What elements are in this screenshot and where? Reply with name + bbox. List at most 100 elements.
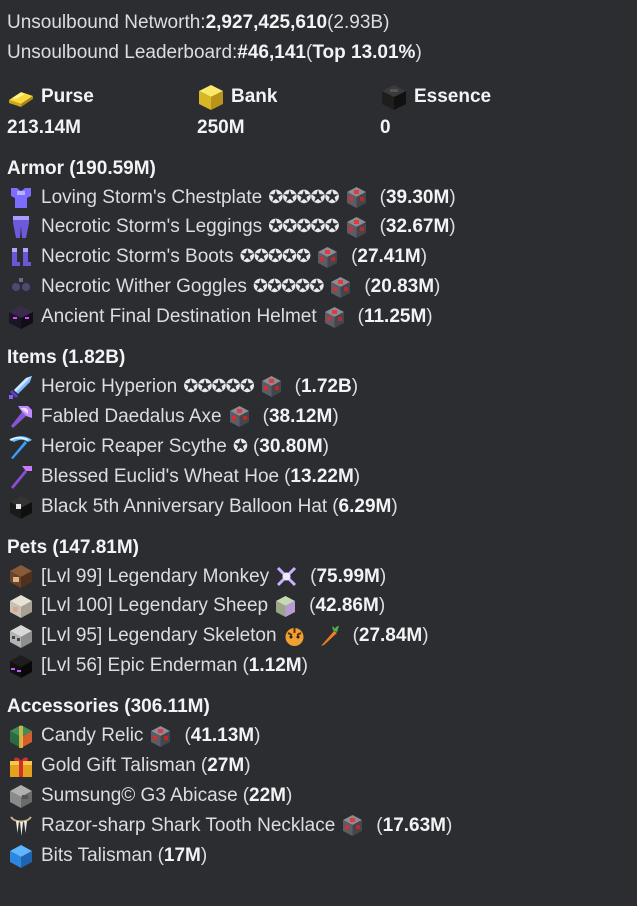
bits-icon — [7, 843, 35, 869]
item-row: Fabled Daedalus Axe (38.12M) — [7, 402, 637, 432]
stat-label: Purse — [41, 85, 94, 107]
boots-icon — [7, 244, 35, 270]
carrot-icon — [318, 625, 341, 648]
item-name: Blessed Euclid's Wheat Hoe — [41, 465, 280, 487]
item-name: [Lvl 56] Epic Enderman — [41, 655, 238, 677]
item-row: Razor-sharp Shark Tooth Necklace (17.63M) — [7, 811, 637, 841]
item-value-amount: 39.30M — [385, 186, 450, 208]
skeleton-head-icon — [7, 623, 35, 649]
item-row: Black 5th Anniversary Balloon Hat (6.29M) — [7, 492, 637, 522]
item-name: [Lvl 99] Legendary Monkey — [41, 565, 270, 587]
item-value: (1.72B) — [294, 376, 359, 398]
item-value: (11.25M) — [357, 306, 433, 328]
item-value-amount: 1.12M — [248, 655, 302, 677]
item-name: Black 5th Anniversary Balloon Hat — [41, 495, 328, 517]
sections: Armor (190.59M) Loving Storm's Chestplate… — [7, 155, 637, 871]
stats-values: 213.14M 250M 0 — [7, 113, 637, 143]
stars: ✪✪✪✪✪ — [252, 276, 324, 297]
stars: ✪✪✪✪✪ — [239, 246, 311, 267]
item-value-amount: 17.63M — [382, 814, 446, 836]
item-value-amount: 27.41M — [357, 246, 421, 268]
gift-icon — [7, 753, 35, 779]
gem-icon — [260, 375, 283, 398]
item-value-amount: 17M — [163, 844, 201, 866]
pet-item-icon — [275, 565, 298, 588]
item-row: Heroic Hyperion ✪✪✪✪✪ (1.72B) — [7, 372, 637, 402]
item-value-amount: 38.12M — [268, 405, 333, 427]
item-value-amount: 1.72B — [300, 376, 352, 398]
leaderboard-rank: #46,141 — [237, 41, 306, 63]
item-row: Candy Relic (41.13M) — [7, 721, 637, 751]
item-value-amount: 30.80M — [259, 435, 323, 457]
item-row: Gold Gift Talisman (27M) — [7, 751, 637, 781]
leaderboard-top: Top 13.01% — [312, 41, 416, 63]
item-row: Bits Talisman (17M) — [7, 841, 637, 871]
networth-label: Unsoulbound Networth: — [7, 12, 206, 33]
section-title: Pets (147.81M) — [7, 536, 140, 558]
item-row: Necrotic Storm's Boots ✪✪✪✪✪ (27.41M) — [7, 242, 637, 272]
item-value-amount: 11.25M — [363, 306, 427, 328]
gold-ingot-icon — [7, 84, 35, 110]
leaderboard-line: Unsoulbound Leaderboard: #46,141 ( Top 1… — [7, 38, 637, 68]
gem-icon — [149, 725, 172, 748]
item-name: Necrotic Storm's Boots — [41, 246, 234, 268]
networth-line: Unsoulbound Networth: 2,927,425,610 (2.9… — [7, 8, 637, 38]
item-name: [Lvl 100] Legendary Sheep — [41, 595, 269, 617]
item-row: Necrotic Storm's Leggings ✪✪✪✪✪ (32.67M) — [7, 212, 637, 242]
item-value: (30.80M) — [252, 435, 329, 457]
stats-header: Purse Bank Essence — [7, 82, 637, 112]
item-value-amount: 32.67M — [385, 216, 450, 238]
item-value: (17.63M) — [376, 814, 453, 836]
item-name: Loving Storm's Chestplate — [41, 186, 263, 208]
enderman-head-icon — [7, 653, 35, 679]
item-value: (39.30M) — [379, 186, 456, 208]
gem-icon — [345, 216, 368, 239]
item-value-amount: 41.13M — [190, 725, 255, 747]
section-title: Armor (190.59M) — [7, 157, 156, 179]
item-name: Bits Talisman — [41, 844, 153, 866]
item-name: Heroic Reaper Scythe — [41, 435, 227, 457]
item-value-amount: 6.29M — [338, 495, 392, 517]
item-value: (38.12M) — [262, 405, 339, 427]
stat-bank: Bank — [197, 82, 380, 112]
item-row: Necrotic Wither Goggles ✪✪✪✪✪ (20.83M) — [7, 272, 637, 302]
item-value: (75.99M) — [310, 565, 387, 587]
item-value-amount: 27M — [207, 754, 245, 776]
item-row: [Lvl 95] Legendary Skeleton (27.84M) — [7, 621, 637, 651]
bank-value: 250M — [197, 116, 245, 138]
monkey-head-icon — [7, 563, 35, 589]
item-row: Loving Storm's Chestplate ✪✪✪✪✪ (39.30M) — [7, 183, 637, 213]
gem-icon — [323, 306, 346, 329]
item-value: (1.12M) — [242, 655, 308, 677]
hoe-icon — [7, 464, 35, 490]
item-row: [Lvl 99] Legendary Monkey (75.99M) — [7, 562, 637, 592]
scythe-icon — [7, 434, 35, 460]
candy-relic-icon — [7, 723, 35, 749]
abicase-icon — [7, 783, 35, 809]
sword-icon — [7, 374, 35, 400]
item-value: (20.83M) — [364, 276, 441, 298]
chestplate-icon — [7, 185, 35, 211]
axe-icon — [7, 404, 35, 430]
gem-icon — [341, 814, 364, 837]
stat-purse: Purse — [7, 82, 197, 112]
item-row: Sumsung© G3 Abicase (22M) — [7, 781, 637, 811]
item-value-amount: 22M — [249, 784, 287, 806]
item-value-amount: 42.86M — [315, 595, 379, 617]
networth-value: 2,927,425,610 — [205, 12, 328, 33]
item-row: Heroic Reaper Scythe ✪ (30.80M) — [7, 432, 637, 462]
item-value-amount: 13.22M — [290, 465, 354, 487]
shark-tooth-icon — [7, 813, 35, 839]
item-value: (27.41M) — [351, 246, 428, 268]
pet-skin-icon — [274, 595, 297, 618]
networth-short: (2.93B) — [327, 12, 390, 33]
item-value: (42.86M) — [309, 595, 386, 617]
item-value: (22M) — [242, 784, 293, 806]
item-value: (13.22M) — [284, 465, 361, 487]
gem-icon — [316, 246, 339, 269]
stars: ✪✪✪✪✪ — [268, 186, 339, 207]
stars: ✪✪✪✪✪ — [183, 376, 254, 397]
item-value: (32.67M) — [379, 216, 456, 238]
item-name: [Lvl 95] Legendary Skeleton — [41, 625, 277, 647]
item-value-amount: 75.99M — [316, 565, 380, 587]
